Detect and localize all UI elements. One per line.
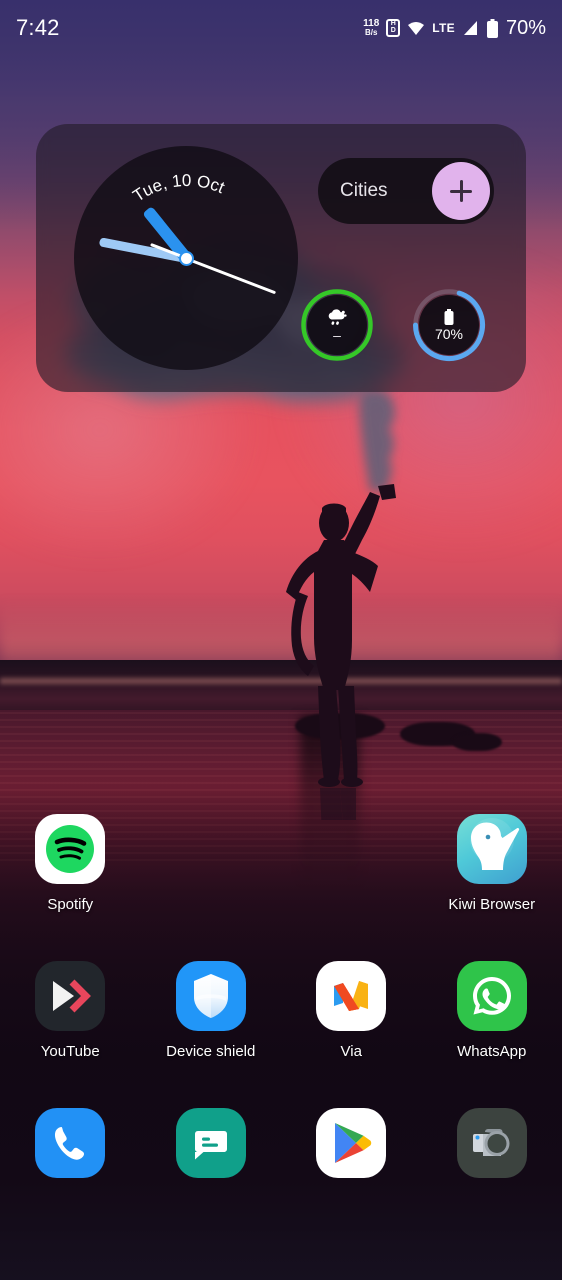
app-whatsapp[interactable]: WhatsApp — [422, 961, 562, 1060]
battery-percent: 70% — [434, 326, 464, 342]
app-spotify[interactable]: Spotify — [0, 814, 141, 913]
app-youtube[interactable]: YouTube — [0, 961, 141, 1060]
app-row-2: YouTube Device shield Via WhatsApp — [0, 913, 562, 1060]
cloud-rain-icon — [328, 308, 347, 325]
play-store-icon[interactable] — [316, 1108, 387, 1178]
network-type-label: LTE — [432, 21, 455, 35]
wifi-icon — [408, 22, 425, 35]
weather-widget[interactable]: – — [300, 288, 374, 362]
clock-date-label: Tue, 10 Oct — [130, 171, 228, 206]
camera-icon[interactable] — [456, 1108, 527, 1178]
whatsapp-icon[interactable] — [456, 961, 527, 1031]
app-grid: Spotify Kiwi Browser YouTube Device shie… — [0, 806, 562, 1280]
battery-icon — [444, 309, 454, 325]
app-label: Device shield — [166, 1043, 256, 1060]
network-speed-indicator: 118 B/s — [363, 19, 379, 37]
clock-center-cap — [178, 250, 194, 266]
battery-widget[interactable]: 70% — [412, 288, 486, 362]
status-bar-icons: 118 B/s H D LTE 70% — [363, 17, 546, 40]
dock — [0, 1060, 562, 1178]
via-icon[interactable] — [316, 961, 387, 1031]
app-label: Spotify — [47, 896, 94, 913]
hd-icon: H D — [386, 19, 401, 37]
hd-icon-bottom: D — [390, 27, 396, 34]
app-camera[interactable] — [422, 1108, 562, 1178]
app-phone[interactable] — [0, 1108, 141, 1178]
app-label: Kiwi Browser — [448, 896, 536, 913]
app-row-1: Spotify Kiwi Browser — [0, 806, 562, 913]
app-messages[interactable] — [141, 1108, 282, 1178]
svg-text:Tue, 10 Oct: Tue, 10 Oct — [130, 171, 228, 206]
wallpaper-person-silhouette — [286, 484, 396, 820]
analog-clock-widget[interactable]: Tue, 10 Oct — [74, 146, 298, 370]
cities-widget[interactable]: Cities — [318, 158, 494, 224]
app-via[interactable]: Via — [281, 961, 422, 1060]
kiwi-icon[interactable] — [456, 814, 527, 884]
battery-percent-label: 70% — [505, 16, 546, 39]
status-bar: 7:42 118 B/s H D LTE 70% — [0, 0, 562, 56]
app-kiwi-browser[interactable]: Kiwi Browser — [422, 814, 562, 913]
spotify-icon[interactable] — [35, 814, 106, 884]
signal-bars-icon — [463, 21, 477, 35]
widget-card[interactable]: Tue, 10 Oct Cities – 70% — [36, 124, 526, 392]
battery-icon — [486, 18, 498, 38]
app-device-shield[interactable]: Device shield — [141, 961, 282, 1060]
weather-temperature: – — [333, 326, 341, 343]
message-icon[interactable] — [175, 1108, 246, 1178]
phone-icon[interactable] — [35, 1108, 106, 1178]
plus-icon-vertical — [459, 180, 463, 202]
app-label: Via — [340, 1043, 362, 1060]
status-bar-clock: 7:42 — [16, 15, 60, 40]
weather-ring-inner: – — [307, 295, 367, 355]
add-city-button[interactable] — [432, 162, 490, 220]
network-speed-unit: B/s — [364, 28, 378, 37]
app-label: YouTube — [40, 1043, 100, 1060]
youtube-icon[interactable] — [35, 961, 106, 1031]
battery-ring-inner: 70% — [419, 295, 479, 355]
shield-icon[interactable] — [175, 961, 246, 1031]
app-play-store[interactable] — [281, 1108, 422, 1178]
app-label: WhatsApp — [457, 1043, 527, 1060]
cities-label: Cities — [340, 180, 388, 201]
